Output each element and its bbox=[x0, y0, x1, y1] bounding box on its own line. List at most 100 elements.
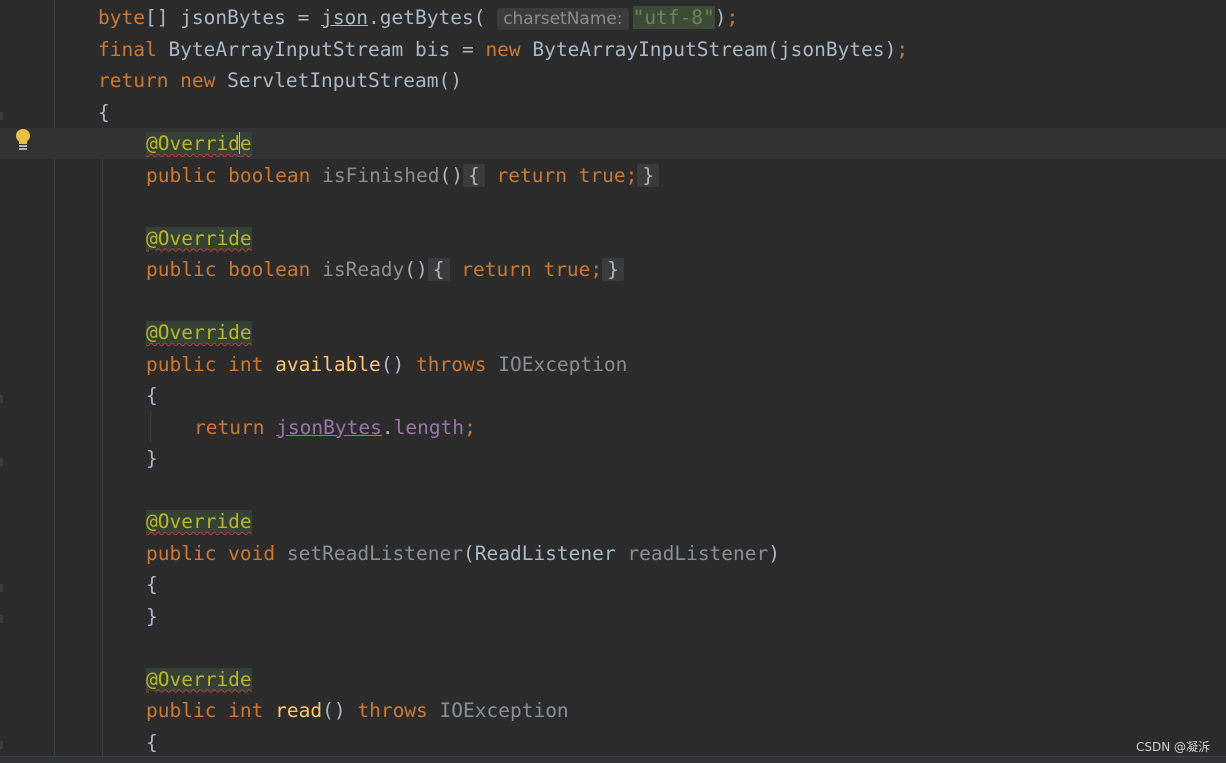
code-token: () bbox=[404, 258, 428, 281]
code-line[interactable]: { bbox=[0, 727, 1226, 758]
folded-region[interactable]: { bbox=[463, 163, 485, 187]
code-token: length bbox=[393, 415, 465, 439]
code-token: { bbox=[146, 573, 158, 596]
folded-region[interactable]: { bbox=[427, 258, 450, 281]
code-token: throws bbox=[357, 699, 440, 722]
code-editor[interactable]: byte[] jsonBytes = json.getBytes( charse… bbox=[0, 0, 1226, 763]
code-token: ByteArrayInputStream(jsonBytes) bbox=[532, 37, 897, 61]
code-line[interactable]: return jsonBytes.length; bbox=[0, 412, 1226, 443]
code-token: read bbox=[275, 699, 323, 722]
code-text: @Override bbox=[146, 131, 252, 157]
code-token: () bbox=[439, 163, 463, 187]
code-line[interactable] bbox=[0, 191, 1226, 222]
code-token: @Override bbox=[146, 667, 252, 691]
code-line[interactable]: public boolean isReady(){ return true;} bbox=[0, 254, 1226, 285]
code-token: { bbox=[146, 384, 158, 407]
code-line[interactable]: { bbox=[0, 97, 1226, 128]
code-token: public void bbox=[146, 541, 287, 565]
code-line[interactable]: public int read() throws IOException bbox=[0, 695, 1226, 726]
code-token: . bbox=[381, 415, 394, 439]
code-line[interactable]: return new ServletInputStream() bbox=[0, 65, 1226, 96]
code-token: public boolean bbox=[146, 163, 323, 187]
code-token: public boolean bbox=[146, 258, 323, 281]
code-text: } bbox=[146, 604, 158, 630]
code-token: @Override bbox=[146, 321, 252, 344]
code-text: { bbox=[146, 730, 158, 756]
code-text: public int read() throws IOException bbox=[146, 698, 569, 724]
code-token: IOException bbox=[439, 699, 569, 722]
code-line[interactable]: public void setReadListener(ReadListener… bbox=[0, 538, 1226, 569]
horizontal-scrollbar[interactable] bbox=[0, 756, 1226, 763]
code-line[interactable]: public boolean isFinished(){ return true… bbox=[0, 160, 1226, 191]
code-token: isFinished bbox=[322, 163, 440, 187]
code-token: @Override bbox=[146, 226, 252, 250]
code-token: throws bbox=[416, 352, 499, 376]
code-line[interactable]: final ByteArrayInputStream bis = new Byt… bbox=[0, 34, 1226, 65]
code-token: return true bbox=[484, 163, 626, 187]
code-token: final bbox=[98, 37, 169, 61]
code-text: @Override bbox=[146, 509, 252, 535]
code-token: ByteArrayInputStream bis = bbox=[168, 37, 486, 61]
code-text: { bbox=[98, 100, 110, 126]
code-text: public boolean isReady(){ return true;} bbox=[146, 257, 624, 283]
code-line[interactable]: { bbox=[0, 380, 1226, 411]
code-line[interactable]: @Override bbox=[0, 128, 1226, 159]
code-line[interactable]: @Override bbox=[0, 664, 1226, 695]
code-token: .getBytes( bbox=[368, 6, 498, 29]
code-text: return jsonBytes.length; bbox=[194, 415, 476, 441]
code-line[interactable]: public int available() throws IOExceptio… bbox=[0, 349, 1226, 380]
code-text: public void setReadListener(ReadListener… bbox=[146, 541, 780, 567]
code-token: () bbox=[322, 699, 358, 722]
code-token: ; bbox=[625, 163, 638, 187]
code-line[interactable]: } bbox=[0, 443, 1226, 474]
code-token: e bbox=[239, 132, 252, 155]
code-token: ; bbox=[726, 6, 739, 29]
code-token: return new bbox=[98, 69, 228, 92]
code-line[interactable]: byte[] jsonBytes = json.getBytes( charse… bbox=[0, 2, 1226, 33]
code-text: @Override bbox=[146, 226, 252, 252]
code-token: ServletInputStream() bbox=[227, 69, 462, 92]
code-text: byte[] jsonBytes = json.getBytes( charse… bbox=[98, 5, 738, 32]
code-token: { bbox=[98, 100, 110, 124]
code-token: readListener bbox=[627, 541, 769, 565]
lightbulb-icon[interactable] bbox=[14, 128, 32, 152]
folded-region[interactable]: } bbox=[637, 163, 660, 187]
code-line[interactable]: @Override bbox=[0, 317, 1226, 348]
code-token: ; bbox=[590, 258, 603, 281]
code-line[interactable]: } bbox=[0, 601, 1226, 632]
code-token: IOException bbox=[498, 352, 628, 376]
code-text: public boolean isFinished(){ return true… bbox=[146, 163, 660, 189]
code-token: (ReadListener bbox=[463, 541, 628, 565]
code-token: () bbox=[380, 352, 417, 376]
code-text: @Override bbox=[146, 320, 252, 346]
code-token: byte bbox=[98, 6, 145, 29]
watermark: CSDN @凝泝 bbox=[1135, 740, 1210, 754]
code-line[interactable] bbox=[0, 632, 1226, 663]
code-token: setReadListener bbox=[286, 541, 463, 565]
code-token: ) bbox=[768, 541, 781, 565]
code-token: available bbox=[275, 352, 381, 376]
code-text: } bbox=[146, 446, 158, 472]
code-token: } bbox=[146, 604, 158, 628]
code-token: return bbox=[194, 415, 277, 439]
code-line[interactable] bbox=[0, 286, 1226, 317]
code-line[interactable] bbox=[0, 475, 1226, 506]
code-text: public int available() throws IOExceptio… bbox=[146, 352, 627, 378]
parameter-hint: charsetName: bbox=[497, 8, 629, 30]
code-token: { bbox=[146, 730, 158, 754]
code-text: { bbox=[146, 383, 158, 409]
code-token: ) bbox=[714, 6, 727, 29]
code-token: "utf-8" bbox=[632, 6, 715, 29]
code-token: ; bbox=[464, 415, 476, 439]
code-token: public int bbox=[146, 352, 276, 376]
code-text: final ByteArrayInputStream bis = new Byt… bbox=[98, 37, 908, 63]
code-token: return true bbox=[449, 258, 591, 281]
code-line[interactable]: @Override bbox=[0, 506, 1226, 537]
code-text: { bbox=[146, 572, 158, 598]
code-token: @Override bbox=[146, 510, 252, 533]
code-token: @Overrid bbox=[146, 132, 240, 155]
code-line[interactable]: { bbox=[0, 569, 1226, 600]
code-line[interactable]: @Override bbox=[0, 223, 1226, 254]
code-token: jsonBytes bbox=[276, 415, 382, 439]
folded-region[interactable]: } bbox=[602, 258, 624, 281]
